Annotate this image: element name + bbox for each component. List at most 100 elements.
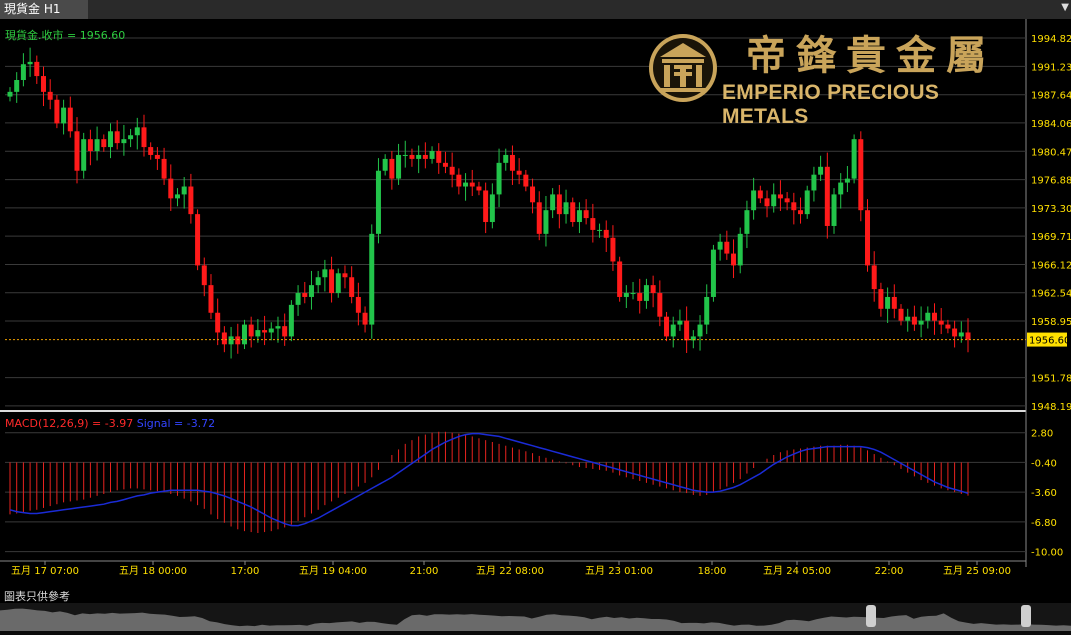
candle-body xyxy=(382,158,388,171)
candle-body xyxy=(576,210,582,223)
candle-body xyxy=(858,139,864,211)
navigator-scrollbar[interactable] xyxy=(0,603,1071,631)
candle-body xyxy=(509,154,515,171)
candle-body xyxy=(664,316,670,337)
x-tick-label: 五月 25 09:00 xyxy=(943,565,1011,577)
candle-body xyxy=(570,202,576,223)
tab-bar: 現貨金 H1 ▼ xyxy=(0,0,1071,19)
candle-body xyxy=(74,131,80,171)
candle-body xyxy=(851,139,857,179)
candle-body xyxy=(824,166,830,226)
candle-body xyxy=(436,151,442,163)
logo-english-text: EMPERIO PRECIOUS METALS xyxy=(722,81,940,128)
logo-chinese-text: 帝鋒貴金屬 xyxy=(746,32,996,79)
candle-body xyxy=(891,296,897,309)
candle-body xyxy=(416,154,422,159)
price-tick-label: 1958.95 xyxy=(1031,317,1071,328)
candle-body xyxy=(530,186,536,203)
x-tick-label: 21:00 xyxy=(410,566,439,577)
macd-tick-label: 2.80 xyxy=(1031,429,1053,440)
candle-body xyxy=(610,237,616,262)
price-legend: 現貨金.收市 = 1956.60 xyxy=(5,29,126,42)
candle-body xyxy=(603,229,609,238)
candle-body xyxy=(798,210,804,215)
candle-body xyxy=(489,194,495,223)
candle-body xyxy=(630,293,636,295)
candle-body xyxy=(831,194,837,226)
candle-body xyxy=(791,202,797,211)
candle-body xyxy=(342,273,348,278)
candle-body xyxy=(456,174,462,187)
candle-body xyxy=(469,182,475,187)
candle-body xyxy=(81,139,87,171)
candle-body xyxy=(248,324,254,337)
price-tick-label: 1980.47 xyxy=(1031,147,1071,158)
candle-body xyxy=(878,289,884,309)
candle-body xyxy=(476,186,482,191)
candle-body xyxy=(329,269,335,294)
candle-body xyxy=(101,139,107,148)
candle-body xyxy=(536,202,542,234)
logo-emblem-icon xyxy=(649,34,717,102)
candle-body xyxy=(268,328,274,333)
candle-body xyxy=(865,210,871,266)
candle-body xyxy=(657,293,663,317)
candle-body xyxy=(148,147,154,155)
disclaimer-text: 圖表只供參考 xyxy=(4,590,70,603)
candle-body xyxy=(905,316,911,321)
price-tick-label: 1991.23 xyxy=(1031,62,1071,73)
candle-body xyxy=(952,328,958,337)
candle-body xyxy=(751,190,757,211)
candle-body xyxy=(677,320,683,325)
candle-body xyxy=(275,326,281,329)
scroll-handle-right[interactable] xyxy=(1021,605,1031,627)
scroll-handle-left[interactable] xyxy=(866,605,876,627)
candle-body xyxy=(335,273,341,294)
candle-body xyxy=(717,241,723,250)
candle-body xyxy=(396,154,402,179)
candle-body xyxy=(731,253,737,266)
dropdown-icon[interactable]: ▼ xyxy=(1061,2,1069,13)
x-tick-label: 22:00 xyxy=(875,566,904,577)
candle-body xyxy=(771,194,777,207)
candle-body xyxy=(637,293,643,301)
candle-body xyxy=(221,332,227,345)
candle-body xyxy=(128,135,134,140)
candle-body xyxy=(107,131,113,148)
candle-body xyxy=(811,174,817,191)
price-tick-label: 1969.71 xyxy=(1031,232,1071,243)
macd-tick-label: -10.00 xyxy=(1031,548,1063,559)
x-tick-label: 18:00 xyxy=(698,566,727,577)
candle-body xyxy=(255,330,261,337)
candle-body xyxy=(355,296,361,313)
candle-body xyxy=(483,190,489,223)
candle-body xyxy=(34,61,40,77)
candle-body xyxy=(161,158,167,179)
candle-body xyxy=(121,139,127,144)
candle-body xyxy=(583,210,589,219)
candle-body xyxy=(503,154,509,163)
candle-body xyxy=(302,293,308,297)
candle-body xyxy=(932,312,938,321)
candle-body xyxy=(925,312,931,321)
candle-body xyxy=(516,170,522,175)
macd-legend-value: MACD(12,26,9) = -3.97 xyxy=(5,417,134,430)
candle-body xyxy=(235,336,241,345)
candle-body xyxy=(195,214,201,266)
macd-tick-label: -0.40 xyxy=(1031,458,1057,469)
tab-spot-gold[interactable]: 現貨金 H1 xyxy=(0,0,88,19)
candle-body xyxy=(168,178,174,199)
candle-body xyxy=(463,182,469,187)
candle-body xyxy=(422,154,428,159)
candle-body xyxy=(282,326,288,337)
candle-body xyxy=(188,186,194,215)
candle-body xyxy=(262,330,268,333)
candle-body xyxy=(402,154,408,156)
candle-body xyxy=(295,293,301,305)
candle-body xyxy=(442,162,448,167)
candle-body xyxy=(737,233,743,266)
candle-body xyxy=(704,296,710,325)
candle-body xyxy=(617,261,623,297)
candle-body xyxy=(7,91,13,97)
candle-body xyxy=(938,320,944,325)
